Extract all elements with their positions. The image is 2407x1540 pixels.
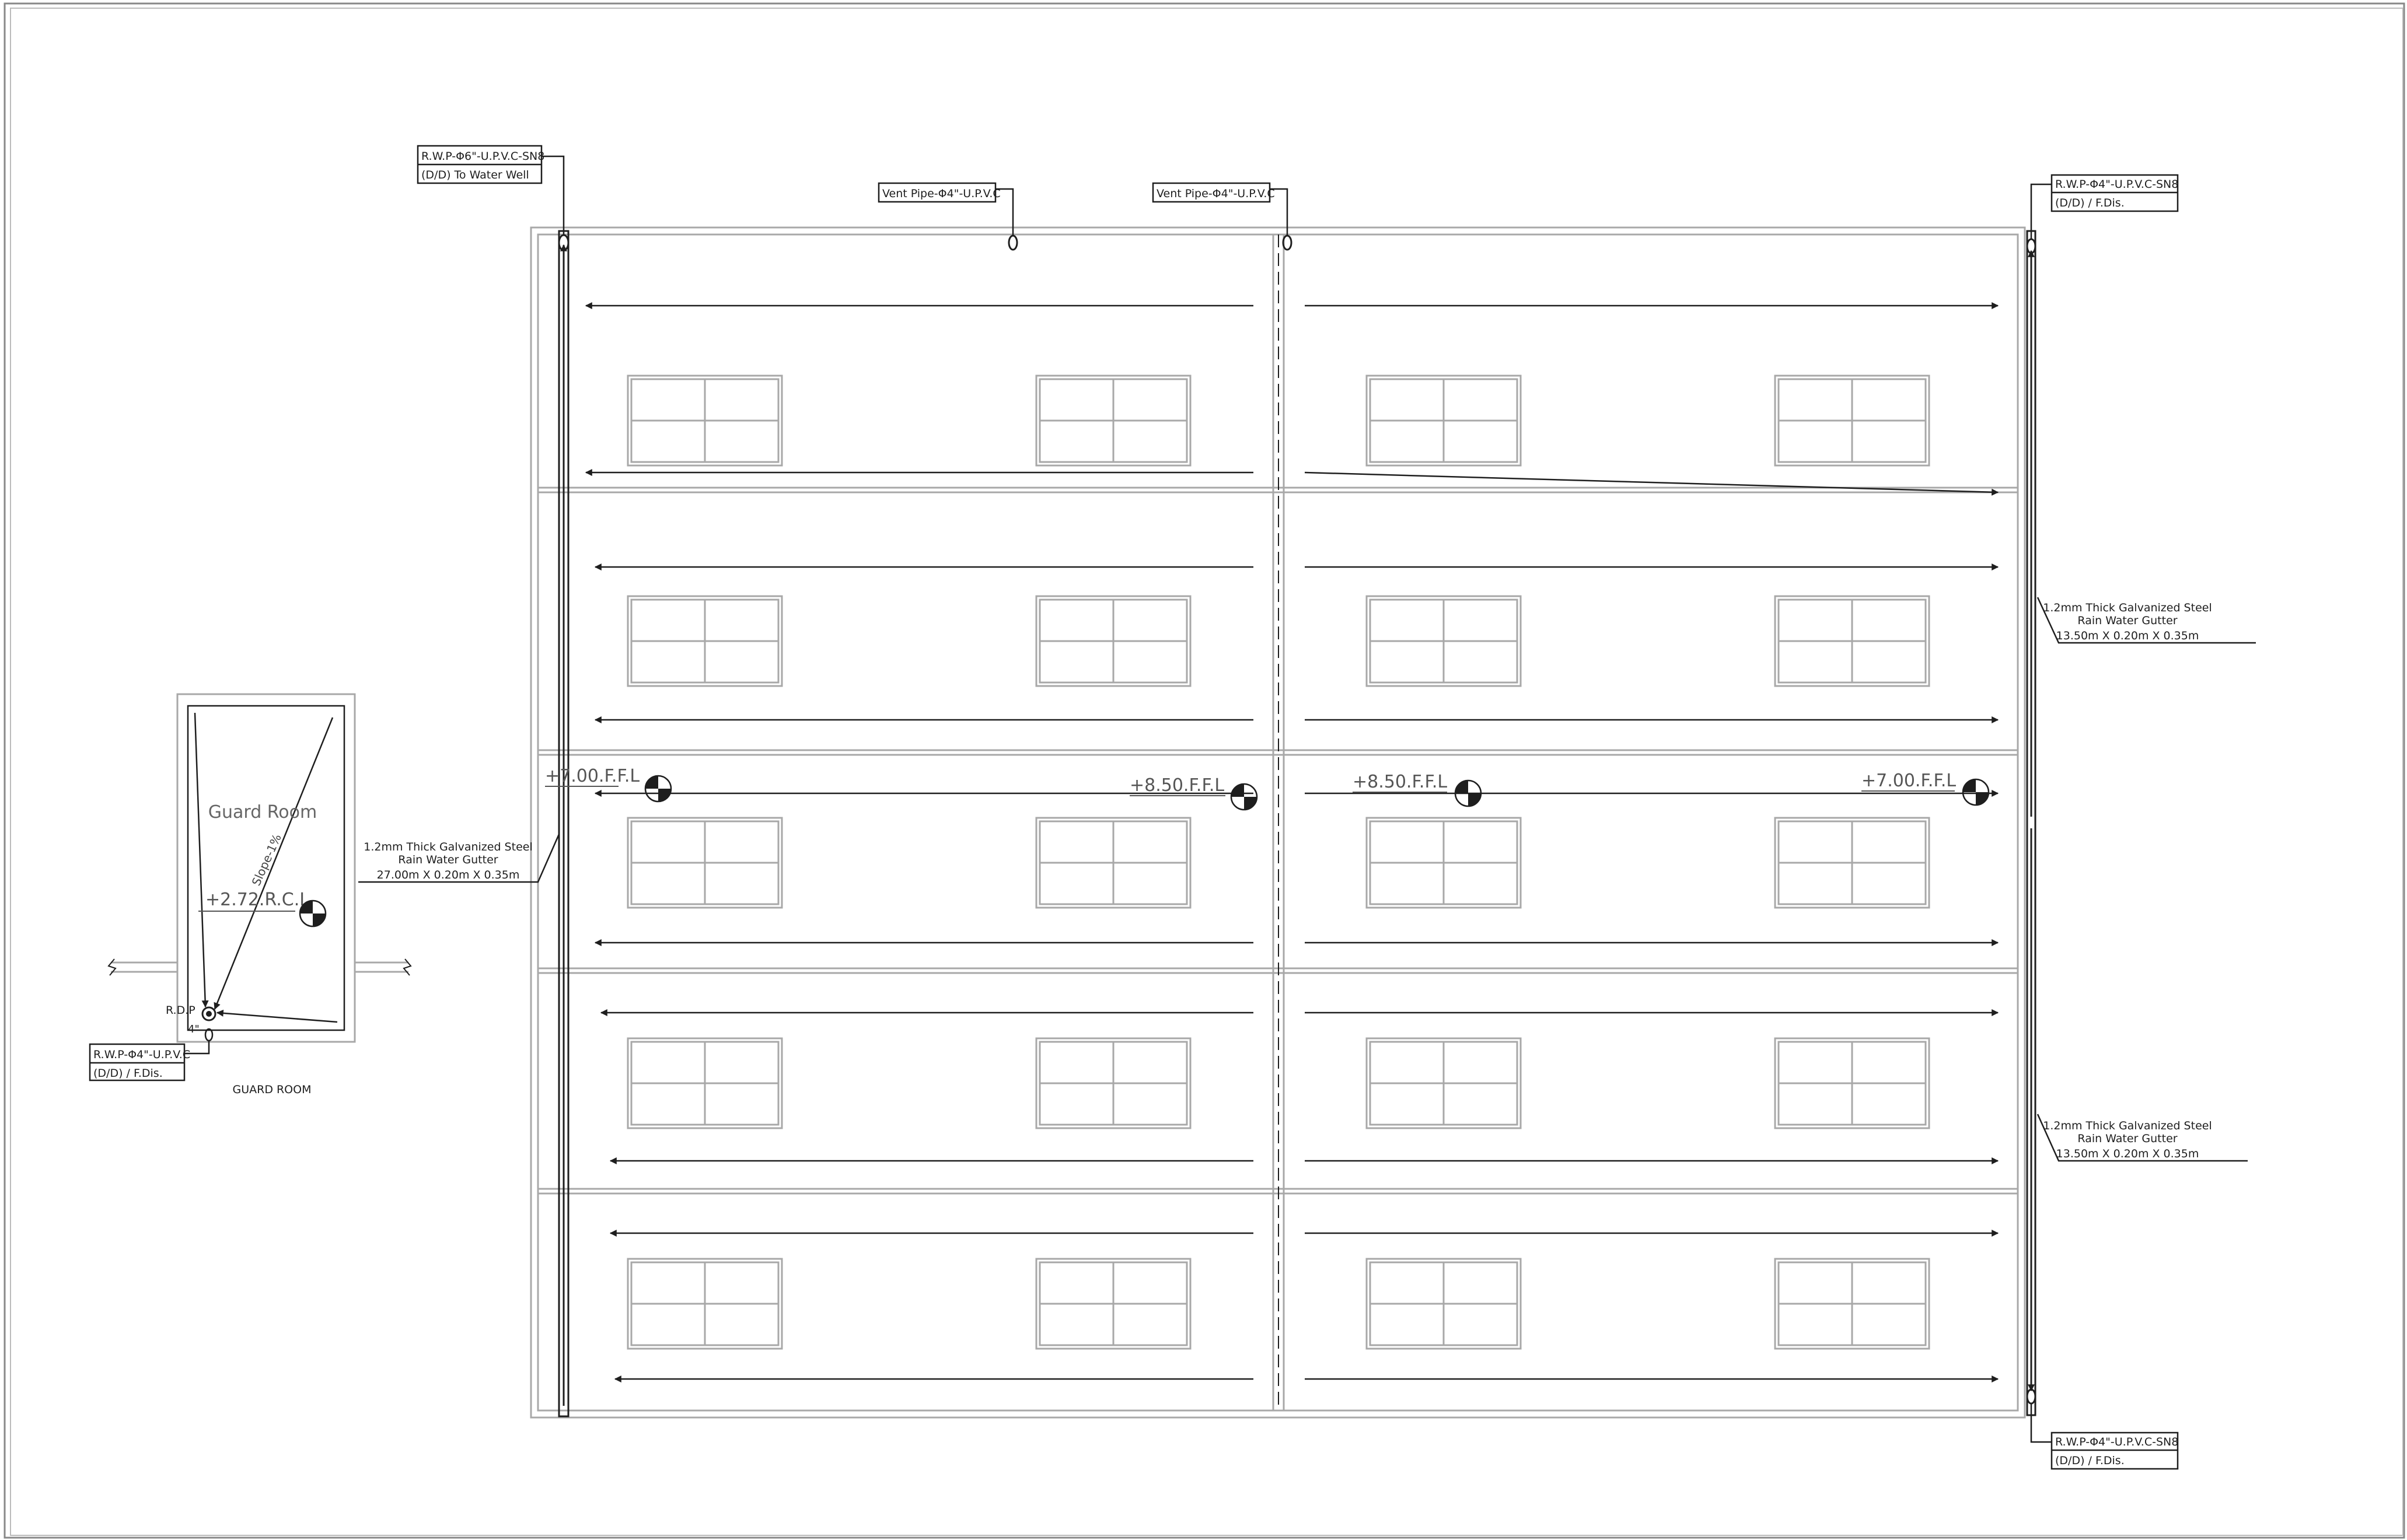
callout-text: 13.50m X 0.20m X 0.35m (2056, 629, 2199, 642)
callout-text: Rain Water Gutter (2077, 614, 2177, 627)
drain-arrow (194, 712, 209, 1008)
callout-text: 1.2mm Thick Galvanized Steel (2043, 1119, 2212, 1132)
vent-pipe-1-symbol (1008, 235, 1018, 251)
pipe-symbols (558, 234, 2036, 1405)
callout-gutter-right-upper: 1.2mm Thick Galvanized Steel Rain Water … (2036, 597, 2256, 644)
tag-text: Vent Pipe-Φ4"-U.P.V.C (882, 187, 1001, 200)
break-symbol (403, 958, 412, 976)
roof-drainage-drawing: R.W.P-Φ6"-U.P.V.C-SN8 (D/D) To Water Wel… (4, 2, 2405, 1539)
rwp-right-bottom-symbol (2026, 1388, 2036, 1405)
tag-text: R.W.P-Φ4"-U.P.V.C (93, 1048, 190, 1061)
rdp-symbol-core (206, 1011, 212, 1017)
level-text: +7.00.F.F.L (545, 766, 640, 786)
level-text: +8.50.F.F.L (1353, 772, 1447, 792)
tag-text: (D/D) / F.Dis. (2055, 1454, 2125, 1467)
tag-rwp-right-top: R.W.P-Φ4"-U.P.V.C-SN8 (D/D) / F.Dis. (2030, 174, 2178, 239)
level-text: +8.50.F.F.L (1130, 775, 1224, 796)
tag-rwp-main: R.W.P-Φ6"-U.P.V.C-SN8 (D/D) To Water Wel… (417, 145, 565, 236)
sheet-border-inner (10, 8, 2403, 1536)
tag-text: R.W.P-Φ6"-U.P.V.C-SN8 (421, 150, 544, 163)
tag-text: Vent Pipe-Φ4"-U.P.V.C (1157, 187, 1275, 200)
leader-line (542, 155, 565, 236)
callout-gutter-right-lower: 1.2mm Thick Galvanized Steel Rain Water … (2036, 1114, 2248, 1162)
slope-arrow-right (1304, 471, 1999, 496)
slope-arrows (585, 302, 1999, 1382)
guard-room-caption: GUARD ROOM (232, 1083, 311, 1096)
level-text: +7.00.F.F.L (1861, 771, 1956, 791)
guard-room-label: Guard Room (208, 802, 317, 822)
drain-arrow (216, 1009, 338, 1023)
drain-arrow (214, 717, 334, 1010)
callout-text: 1.2mm Thick Galvanized Steel (2043, 601, 2212, 614)
callout-gutter-left: 1.2mm Thick Galvanized Steel Rain Water … (358, 834, 560, 883)
level-text: +2.72.R.C.L (205, 890, 309, 910)
break-symbol (107, 958, 117, 976)
tag-text: (D/D) / F.Dis. (93, 1067, 163, 1080)
level-marker-right-inner: +8.50.F.F.L (1353, 772, 1482, 807)
pipe-size-label: 4" (188, 1023, 200, 1035)
gutters (558, 230, 2036, 1418)
tag-rwp-right-bottom: R.W.P-Φ4"-U.P.V.C-SN8 (D/D) / F.Dis. (2030, 1404, 2178, 1470)
tag-text: R.W.P-Φ4"-U.P.V.C-SN8 (2055, 1436, 2178, 1448)
callout-text: 1.2mm Thick Galvanized Steel (364, 841, 532, 853)
level-marker-right-outer: +7.00.F.F.L (1861, 771, 1990, 806)
tag-text: R.W.P-Φ4"-U.P.V.C-SN8 (2055, 178, 2178, 191)
callout-text: 13.50m X 0.20m X 0.35m (2056, 1147, 2199, 1160)
callout-text: Rain Water Gutter (398, 853, 498, 866)
callout-text: 27.00m X 0.20m X 0.35m (377, 869, 520, 881)
rdp-label: R.D.P (166, 1004, 195, 1017)
tag-text: (D/D) To Water Well (421, 169, 529, 181)
callout-text: Rain Water Gutter (2077, 1132, 2177, 1145)
guard-room: Guard Room Slope-1% R.D.P 4" +2.72.R.C.L… (89, 693, 412, 1096)
leader-line (2030, 1404, 2052, 1443)
wall-stubs (111, 961, 408, 973)
level-marker-left-inner: +8.50.F.F.L (1130, 775, 1258, 811)
tag-text: (D/D) / F.Dis. (2055, 197, 2125, 209)
